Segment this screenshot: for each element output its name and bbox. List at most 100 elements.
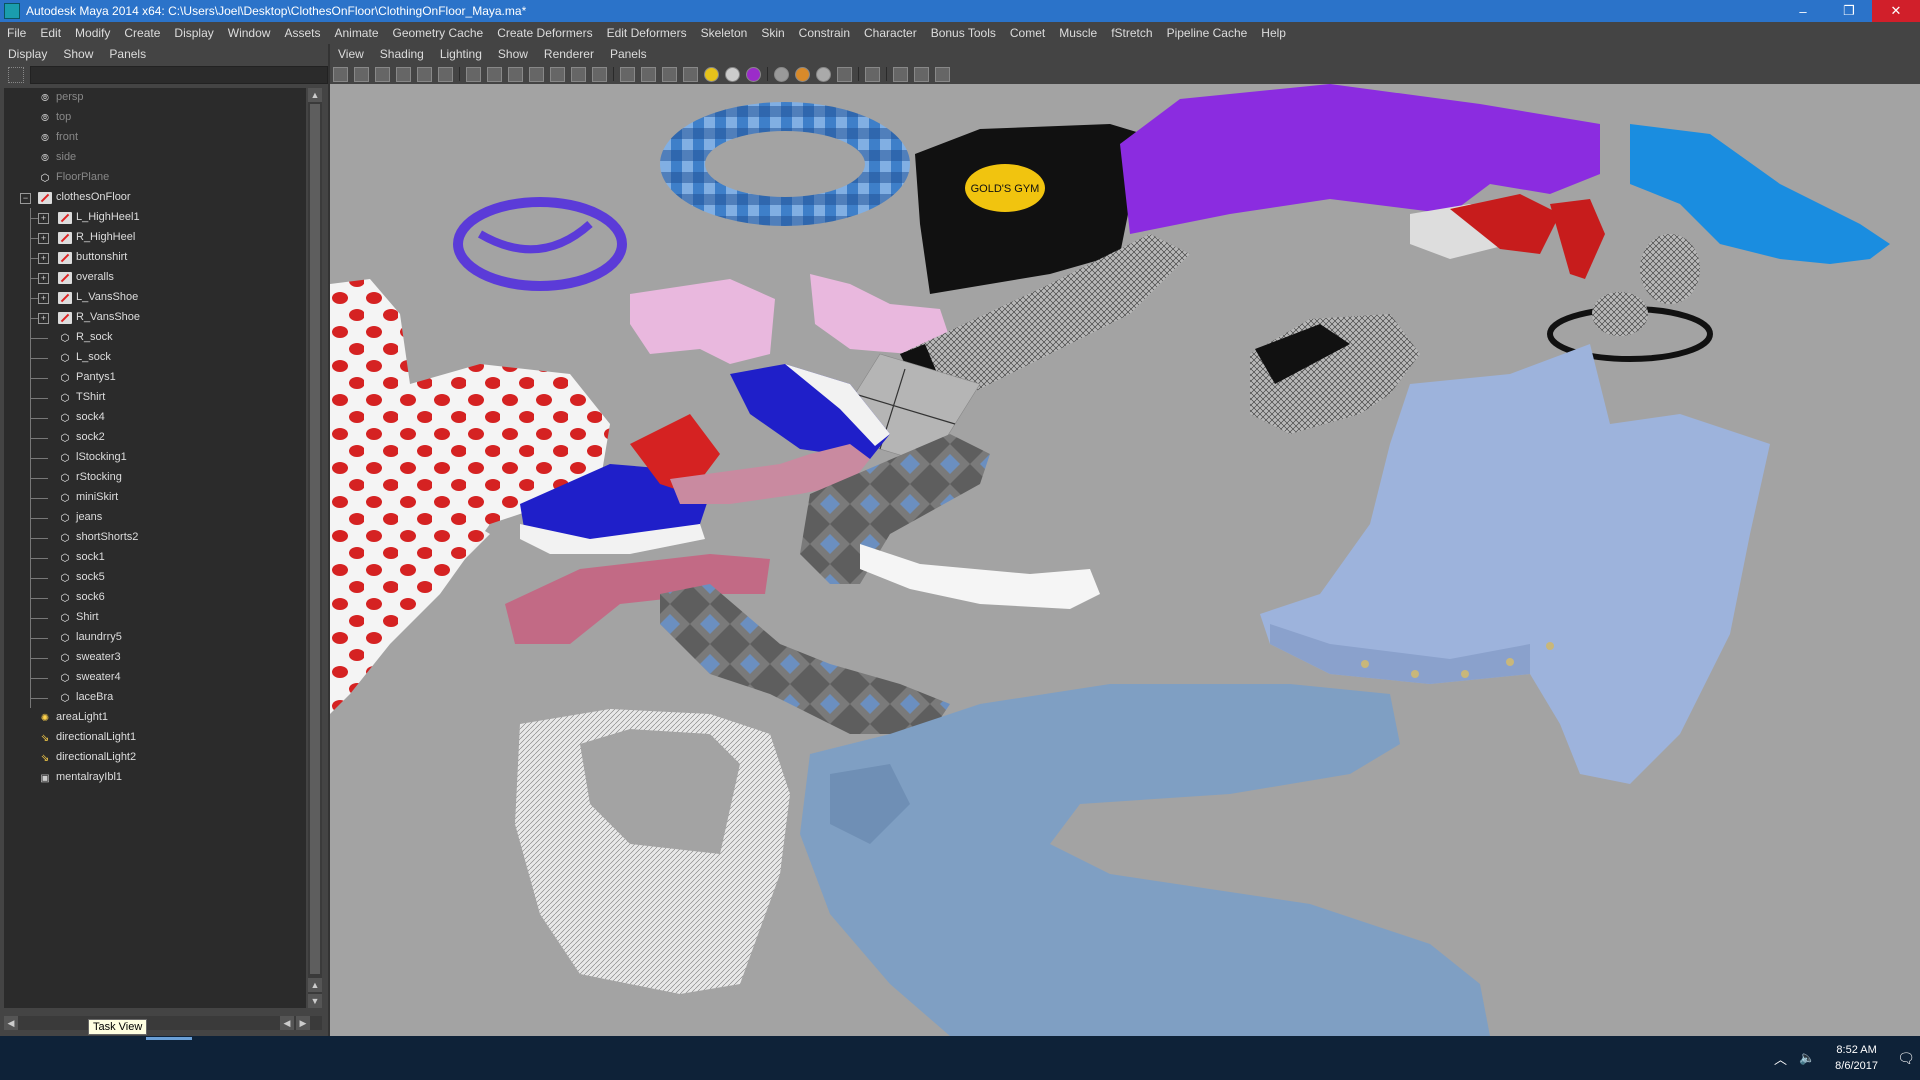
camera-attributes-icon[interactable]: [354, 66, 369, 82]
menu-constrain[interactable]: Constrain: [792, 26, 857, 40]
show-hidden-icons-icon[interactable]: ︿: [1774, 1049, 1787, 1068]
menu-geometry-cache[interactable]: Geometry Cache: [386, 26, 491, 40]
outliner-menu-panels[interactable]: Panels: [101, 47, 154, 61]
menu-assets[interactable]: Assets: [277, 26, 327, 40]
menu-skeleton[interactable]: Skeleton: [694, 26, 755, 40]
outliner-item[interactable]: ⦾ top: [4, 108, 306, 128]
safe-title-icon[interactable]: [592, 66, 607, 82]
taskbar-clock[interactable]: 8:52 AM 8/6/2017: [1835, 1042, 1878, 1074]
close-button[interactable]: ✕: [1872, 0, 1920, 22]
menu-comet[interactable]: Comet: [1003, 26, 1052, 40]
menu-display[interactable]: Display: [167, 26, 220, 40]
panel-menu-panels[interactable]: Panels: [602, 47, 655, 61]
collapse-icon[interactable]: −: [20, 193, 31, 204]
outliner-item[interactable]: ⬡ R_sock: [4, 328, 306, 348]
outliner-filter-input[interactable]: [29, 66, 328, 84]
menu-create[interactable]: Create: [117, 26, 167, 40]
outliner-item[interactable]: ⬡ jeans: [4, 508, 306, 528]
outliner-menu-show[interactable]: Show: [55, 47, 101, 61]
outliner-item[interactable]: ⬡ sock5: [4, 568, 306, 588]
panel-menu-lighting[interactable]: Lighting: [432, 47, 490, 61]
outliner-item[interactable]: ⦾ side: [4, 148, 306, 168]
menu-file[interactable]: File: [0, 26, 33, 40]
scroll-up-icon[interactable]: ▲: [308, 88, 322, 102]
menu-fstretch[interactable]: fStretch: [1104, 26, 1159, 40]
menu-window[interactable]: Window: [221, 26, 278, 40]
grease-pencil-icon[interactable]: [438, 66, 453, 82]
outliner-item[interactable]: ⦾ front: [4, 128, 306, 148]
menu-pipeline-cache[interactable]: Pipeline Cache: [1160, 26, 1255, 40]
scroll-left-icon[interactable]: ◀: [280, 1016, 294, 1030]
expand-icon[interactable]: +: [38, 253, 49, 264]
scroll-left-icon[interactable]: ◀: [4, 1016, 18, 1030]
expand-icon[interactable]: +: [38, 233, 49, 244]
menu-edit[interactable]: Edit: [33, 26, 68, 40]
outliner-item[interactable]: + buttonshirt: [4, 248, 306, 268]
outliner-item[interactable]: ⬡ laundrry5: [4, 628, 306, 648]
expand-icon[interactable]: +: [38, 313, 49, 324]
outliner-item[interactable]: ⬡ lStocking1: [4, 448, 306, 468]
outliner-horizontal-scrollbar[interactable]: ◀ ◀ ▶: [4, 1016, 322, 1030]
grid-icon[interactable]: [466, 66, 481, 82]
ambient-occlusion-icon[interactable]: [774, 66, 789, 82]
outliner-item[interactable]: − clothesOnFloor: [4, 188, 306, 208]
isolate-select-icon[interactable]: [865, 66, 880, 82]
expand-icon[interactable]: +: [38, 293, 49, 304]
textured-icon[interactable]: [683, 66, 698, 82]
menu-create-deformers[interactable]: Create Deformers: [490, 26, 599, 40]
outliner-item[interactable]: ⬡ laceBra: [4, 688, 306, 708]
action-center-icon[interactable]: 🗨: [1892, 1036, 1920, 1080]
volume-icon[interactable]: 🔈: [1799, 1050, 1815, 1066]
expand-icon[interactable]: +: [38, 213, 49, 224]
scroll-down-icon[interactable]: ▼: [308, 994, 322, 1008]
outliner-item[interactable]: ⬡ miniSkirt: [4, 488, 306, 508]
use-all-lights-icon[interactable]: [704, 66, 719, 82]
expand-icon[interactable]: +: [38, 273, 49, 284]
menu-animate[interactable]: Animate: [327, 26, 385, 40]
xray-joints-icon[interactable]: [893, 66, 908, 82]
outliner-item[interactable]: + L_VansShoe: [4, 288, 306, 308]
outliner-item[interactable]: ⬡ rStocking: [4, 468, 306, 488]
outliner-item[interactable]: ⬡ shortShorts2: [4, 528, 306, 548]
outliner-item[interactable]: ⬡ L_sock: [4, 348, 306, 368]
outliner-item[interactable]: ⬡ Shirt: [4, 608, 306, 628]
outliner-vertical-scrollbar[interactable]: ▲ ▲ ▼: [308, 88, 322, 1008]
outliner-item[interactable]: ⬡ sock1: [4, 548, 306, 568]
field-chart-icon[interactable]: [550, 66, 565, 82]
outliner-item[interactable]: + R_HighHeel: [4, 228, 306, 248]
outliner-item[interactable]: ⬡ sweater4: [4, 668, 306, 688]
menu-help[interactable]: Help: [1254, 26, 1293, 40]
xray-icon[interactable]: [746, 66, 761, 82]
depth-of-field-icon[interactable]: [837, 66, 852, 82]
outliner-item[interactable]: ⬡ sock6: [4, 588, 306, 608]
panel-menu-view[interactable]: View: [330, 47, 372, 61]
node-editor-icon[interactable]: [935, 66, 950, 82]
outliner-item[interactable]: ⦾ persp: [4, 88, 306, 108]
menu-edit-deformers[interactable]: Edit Deformers: [600, 26, 694, 40]
panel-menu-renderer[interactable]: Renderer: [536, 47, 602, 61]
3d-viewport[interactable]: GOLD'S GYM: [330, 84, 1920, 1036]
drag-handle-icon[interactable]: [8, 67, 24, 83]
motion-blur-icon[interactable]: [795, 66, 810, 82]
wireframe-on-shaded-icon[interactable]: [662, 66, 677, 82]
multisample-aa-icon[interactable]: [816, 66, 831, 82]
outliner-item[interactable]: ⬡ sock4: [4, 408, 306, 428]
menu-muscle[interactable]: Muscle: [1052, 26, 1104, 40]
outliner-item[interactable]: + R_VansShoe: [4, 308, 306, 328]
outliner-item[interactable]: + L_HighHeel1: [4, 208, 306, 228]
outliner-item[interactable]: ⬡ sock2: [4, 428, 306, 448]
safe-action-icon[interactable]: [571, 66, 586, 82]
outliner-item[interactable]: ⬡ FloorPlane: [4, 168, 306, 188]
maximize-button[interactable]: ❐: [1826, 0, 1872, 22]
gate-mask-icon[interactable]: [529, 66, 544, 82]
panel-menu-shading[interactable]: Shading: [372, 47, 432, 61]
shadows-icon[interactable]: [725, 66, 740, 82]
xray-active-components-icon[interactable]: [914, 66, 929, 82]
menu-character[interactable]: Character: [857, 26, 924, 40]
outliner-item[interactable]: ✺ areaLight1: [4, 708, 306, 728]
outliner-item[interactable]: ▣ mentalrayIbl1: [4, 768, 306, 788]
film-gate-icon[interactable]: [487, 66, 502, 82]
resolution-gate-icon[interactable]: [508, 66, 523, 82]
outliner-item[interactable]: ⬡ TShirt: [4, 388, 306, 408]
outliner-item[interactable]: + overalls: [4, 268, 306, 288]
